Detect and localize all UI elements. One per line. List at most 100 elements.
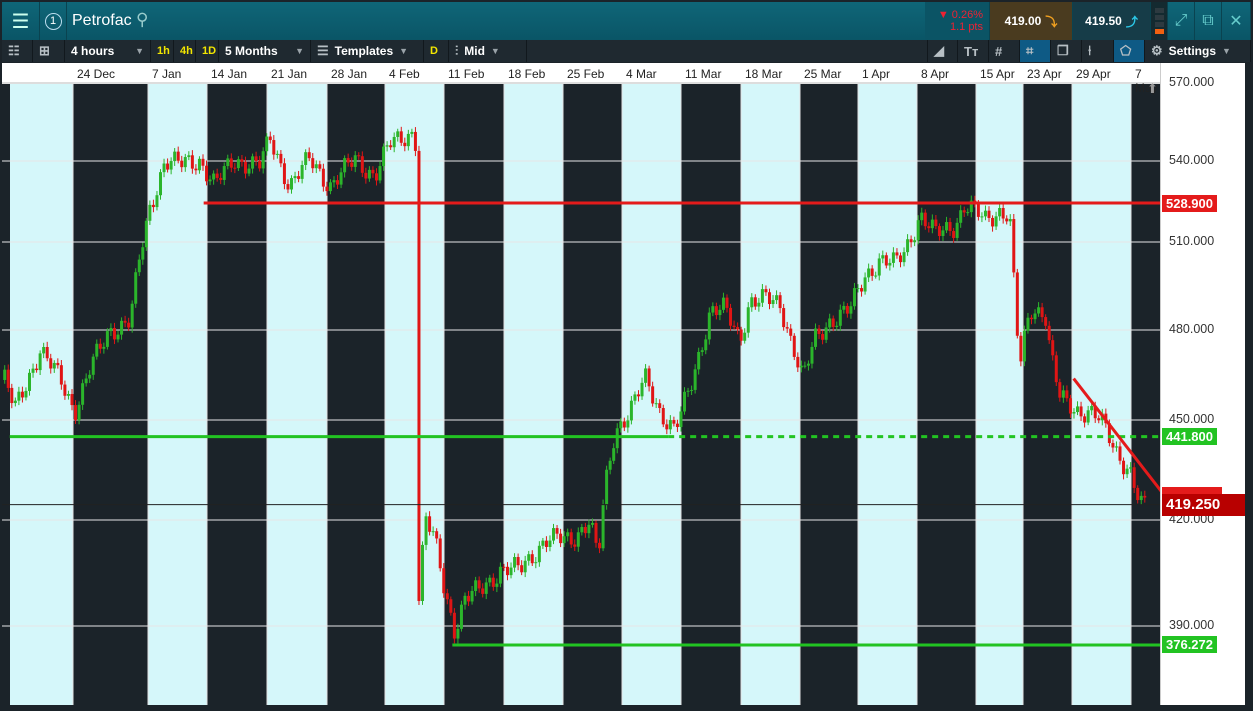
candle-body	[367, 169, 371, 179]
interval-dropdown[interactable]: 4 hours ▼	[65, 40, 151, 62]
candle-body	[314, 164, 318, 169]
range-dropdown[interactable]: 5 Months ▼	[219, 40, 311, 62]
crosshair-icon[interactable]: ⍿	[1088, 43, 1091, 59]
candle-body	[1132, 467, 1136, 488]
arrow-down-icon: ⤵	[1045, 14, 1058, 29]
settings-dropdown[interactable]: ⚙ Settings ▼	[1145, 40, 1251, 62]
candle-body	[1136, 487, 1140, 501]
candle-body	[810, 346, 814, 364]
price-tag-icon[interactable]: ⬠	[1120, 43, 1131, 59]
candle-body	[463, 595, 467, 605]
price-tick-label: 480.000	[1169, 322, 1215, 336]
d-button[interactable]: D	[424, 40, 449, 62]
candle-body	[45, 347, 49, 359]
price-axis[interactable]: ⬆ 570.000 540.000 510.000 480.000 450.000 420…	[1147, 63, 1245, 705]
candle-body	[88, 374, 92, 379]
candle-body	[325, 186, 329, 192]
date-tick-label: 21 Jan	[271, 67, 308, 81]
candle-body	[1001, 208, 1005, 219]
candle-body	[98, 343, 102, 349]
week-band	[267, 84, 327, 705]
gridlines-icon[interactable]: #	[995, 44, 1002, 59]
menu-button[interactable]: ☰	[2, 2, 40, 40]
candle-body	[658, 403, 662, 409]
candle-body	[778, 295, 782, 309]
candle-body	[66, 394, 70, 396]
candle-body	[144, 220, 148, 248]
candle-body	[38, 353, 42, 371]
templates-dropdown[interactable]: ☰ Templates ▼	[311, 40, 424, 62]
expand-icon[interactable]: ⤢	[1168, 2, 1195, 40]
candle-body	[77, 404, 81, 421]
drawing-tool-icon[interactable]: ◢	[934, 43, 944, 59]
candle-body	[233, 167, 237, 169]
candle-body	[406, 133, 410, 147]
candle-body	[1026, 317, 1030, 331]
candle-body	[966, 212, 970, 214]
sliders-icon: ☰	[317, 43, 329, 58]
candle-body	[665, 424, 669, 430]
sell-button[interactable]: 419.00 ⤵	[990, 2, 1073, 40]
chart-toolbar: ☷ ⊞ 4 hours ▼ 1h 4h 1D 5 Months ▼ ☰ Templat…	[2, 40, 1251, 62]
layout-grid-icon[interactable]: ⊞	[39, 43, 50, 59]
candle-body	[452, 612, 456, 639]
list-icon[interactable]: ☷	[8, 43, 20, 59]
candle-body	[31, 368, 35, 373]
candle-body	[332, 180, 336, 183]
candle-body	[530, 554, 534, 564]
candle-body	[378, 166, 382, 181]
price-line-label: 528.900	[1162, 194, 1217, 212]
candle-body	[732, 325, 736, 328]
candle-body	[282, 163, 286, 185]
interval-1d[interactable]: 1D	[196, 40, 219, 62]
layers-icon[interactable]: ❐	[1057, 43, 1069, 59]
candle-body	[84, 378, 88, 384]
candle-body	[852, 288, 856, 307]
candle-body	[1015, 272, 1019, 336]
candle-body	[498, 566, 502, 584]
popout-icon[interactable]: ⧉	[1195, 2, 1222, 40]
candle-body	[760, 289, 764, 303]
close-icon[interactable]: ✕	[1222, 2, 1251, 40]
scroll-up-icon[interactable]: ⬆	[1147, 81, 1158, 97]
week-band	[148, 84, 207, 705]
candle-body	[438, 538, 442, 569]
candle-body	[116, 334, 120, 340]
candle-body	[91, 356, 95, 375]
chevron-down-icon: ▼	[1222, 46, 1231, 56]
instrument-name[interactable]: Petrofac	[72, 12, 132, 30]
search-icon[interactable]: ⚲	[136, 10, 148, 30]
buy-button[interactable]: 419.50 ⤴	[1073, 2, 1151, 40]
candle-body	[201, 158, 205, 166]
candle-body	[1079, 406, 1083, 417]
candle-body	[176, 151, 180, 161]
candle-body	[576, 532, 580, 547]
date-tick-label: 25 Feb	[567, 67, 605, 81]
candle-body	[166, 163, 170, 170]
week-band	[976, 84, 1023, 705]
candle-body	[212, 173, 216, 180]
candle-body	[169, 161, 173, 170]
candle-body	[629, 400, 633, 421]
candle-body	[328, 182, 332, 192]
price-chart[interactable]	[2, 84, 1160, 705]
candle-body	[743, 332, 747, 341]
candle-body	[626, 420, 630, 428]
candle-body	[750, 297, 754, 308]
candle-body	[654, 403, 658, 405]
text-size-icon[interactable]: Tт	[964, 44, 978, 59]
candle-body	[838, 309, 842, 326]
candle-body	[155, 195, 159, 208]
snap-icon[interactable]: ⌗	[1026, 43, 1033, 59]
interval-4h[interactable]: 4h	[174, 40, 196, 62]
candle-body	[1047, 325, 1051, 341]
candle-body	[417, 150, 421, 601]
candle-body	[711, 306, 715, 313]
candle-body	[424, 516, 428, 545]
price-type-dropdown[interactable]: ⫶ Mid ▼	[449, 40, 527, 62]
interval-1h[interactable]: 1h	[151, 40, 174, 62]
candle-body	[718, 309, 722, 316]
candle-body	[1012, 219, 1016, 273]
chevron-down-icon: ▼	[490, 46, 500, 56]
panel-number[interactable]: 1	[40, 2, 67, 40]
